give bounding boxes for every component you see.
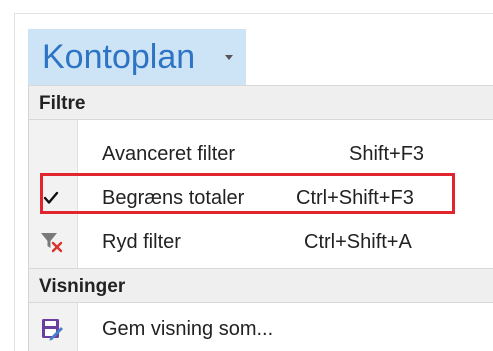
screenshot-canvas: Kontoplan Filtre Avanceret filter Shift+…	[0, 0, 493, 351]
menu-item-shortcut: Ctrl+Shift+F3	[296, 187, 414, 209]
section-header-label: Visninger	[39, 276, 126, 297]
menu-item-shortcut: Shift+F3	[349, 143, 425, 165]
menu-item-label: Ryd filter	[102, 231, 181, 253]
menu-item-label: Begræns totaler	[102, 187, 245, 209]
menu-item-label: Avanceret filter	[102, 143, 236, 165]
dropdown-menu: Filtre Avanceret filter Shift+F3 Begræns…	[28, 85, 493, 351]
tab-label: Kontoplan	[42, 38, 196, 76]
section-header-filtre: Filtre	[29, 85, 493, 120]
menu-item-begraens-totaler[interactable]: Begræns totaler Ctrl+Shift+F3	[29, 176, 493, 220]
menu-item-gem-visning-som[interactable]: Gem visning som...	[29, 307, 493, 351]
window-border-top	[14, 13, 493, 14]
checkmark-icon	[39, 186, 65, 210]
window-border-left	[14, 13, 15, 351]
chevron-down-icon[interactable]	[225, 55, 233, 60]
menu-item-ryd-filter[interactable]: Ryd filter Ctrl+Shift+A	[29, 220, 493, 264]
clear-filter-icon	[39, 230, 65, 254]
kontoplan-dropdown-tab[interactable]: Kontoplan	[28, 29, 246, 85]
menu-item-label: Gem visning som...	[102, 318, 274, 340]
section-header-visninger: Visninger	[29, 268, 493, 303]
menu-item-shortcut: Ctrl+Shift+A	[304, 231, 412, 253]
section-header-label: Filtre	[39, 93, 86, 114]
save-view-icon	[39, 317, 65, 341]
menu-item-avanceret-filter[interactable]: Avanceret filter Shift+F3	[29, 132, 493, 176]
